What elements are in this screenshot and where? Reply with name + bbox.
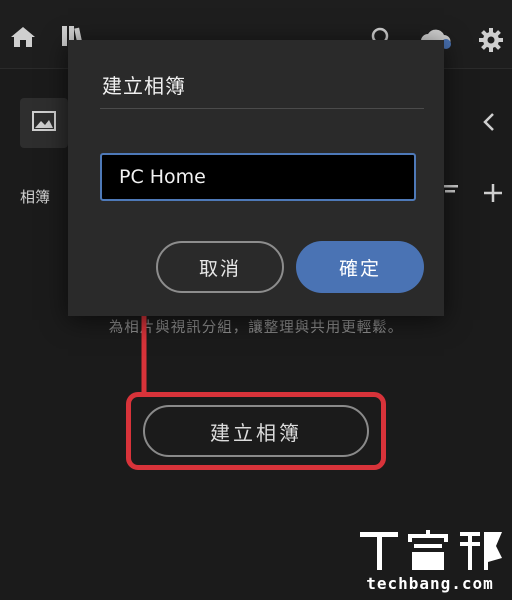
album-name-input[interactable] bbox=[100, 153, 416, 201]
techbang-logo bbox=[360, 530, 502, 570]
dialog-divider bbox=[100, 108, 424, 109]
create-album-dialog: 建立相簿 取消 確定 bbox=[68, 40, 444, 316]
watermark-site-text: techbang.com bbox=[366, 574, 494, 593]
cancel-button[interactable]: 取消 bbox=[156, 241, 284, 293]
confirm-button[interactable]: 確定 bbox=[296, 241, 424, 293]
dialog-title: 建立相簿 bbox=[102, 74, 186, 98]
